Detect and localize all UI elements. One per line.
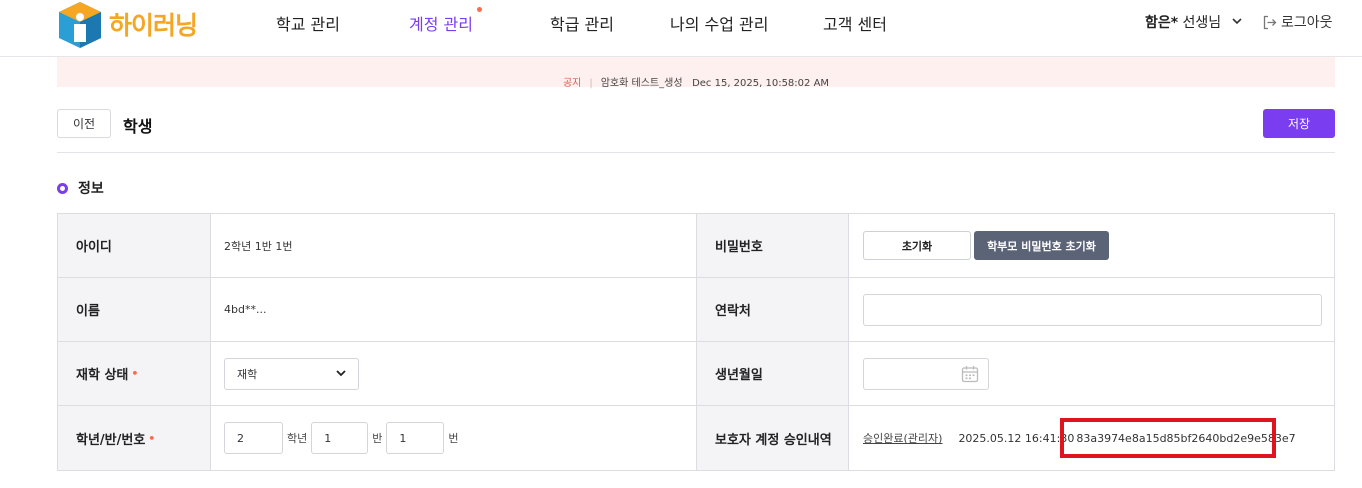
class-unit: 반 [372, 432, 383, 445]
grade-cell: 2 학년 1 반 1 번 [224, 406, 694, 470]
contact-cell [863, 278, 1333, 341]
notice-message[interactable]: 암호화 테스트_생성 [601, 78, 683, 89]
parent-password-reset-button[interactable]: 학부모 비밀번호 초기화 [974, 231, 1109, 260]
chevron-down-icon [336, 370, 346, 377]
notice-divider: | [589, 78, 593, 89]
save-button[interactable]: 저장 [1263, 109, 1335, 138]
name-label: 이름 [58, 278, 211, 341]
class-input[interactable]: 1 [311, 422, 369, 454]
status-select[interactable]: 재학 [224, 357, 359, 390]
birth-label: 생년월일 [696, 342, 849, 405]
guardian-hash: 83a3974e8a15d85bf2640bd2e9e583e7 [1076, 431, 1296, 445]
section-bullet-icon [57, 183, 68, 194]
grade-label: 학년/반/번호 • [58, 406, 211, 470]
logout-label: 로그아웃 [1281, 15, 1333, 31]
grade-input[interactable]: 2 [224, 422, 283, 454]
guardian-approval-link[interactable]: 승인완료(관리자) [863, 430, 942, 446]
nav-my-lessons[interactable]: 나의 수업 관리 [670, 11, 769, 35]
grade-unit: 학년 [287, 432, 308, 445]
notice-datetime: Dec 15, 2025, 10:58:02 AM [692, 78, 830, 89]
table-row-status: 재학 상태 • 재학 생년월일 [58, 342, 1334, 406]
nav-class-management[interactable]: 학급 관리 [550, 11, 614, 35]
logo-mark-icon [59, 2, 101, 48]
name-value: 4bd**... [224, 303, 267, 316]
logout-icon [1263, 15, 1277, 30]
logout-button[interactable]: 로그아웃 [1262, 12, 1333, 32]
status-selected-value: 재학 [237, 367, 258, 381]
birth-date-input[interactable] [863, 357, 989, 390]
section-title: 정보 [78, 181, 104, 197]
prev-button[interactable]: 이전 [57, 109, 111, 138]
required-marker: • [131, 367, 139, 380]
id-label: 아이디 [58, 214, 211, 277]
nav-account-management[interactable]: 계정 관리 [409, 7, 482, 35]
table-row-id: 아이디 2학년 1반 1번 비밀번호 초기화 학부모 비밀번호 초기화 [58, 214, 1334, 278]
info-table: 아이디 2학년 1반 1번 비밀번호 초기화 학부모 비밀번호 초기화 이름 4… [57, 213, 1335, 471]
user-role: 선생님 [1182, 15, 1222, 31]
password-label: 비밀번호 [696, 214, 849, 277]
password-reset-button[interactable]: 초기화 [863, 231, 971, 260]
chevron-down-icon [1232, 17, 1242, 28]
guardian-cell: 승인완료(관리자) 2025.05.12 16:41:30 83a3974e8a… [863, 406, 1333, 470]
active-dot [476, 7, 482, 12]
notice-label: 공지 [562, 78, 582, 89]
password-actions: 초기화 학부모 비밀번호 초기화 [863, 214, 1333, 277]
id-value: 2학년 1반 1번 [224, 239, 293, 253]
number-input[interactable]: 1 [386, 422, 445, 454]
logo[interactable]: 하이러닝 [57, 0, 217, 52]
page-title: 학생 [123, 117, 153, 136]
guardian-datetime: 2025.05.12 16:41:30 [958, 431, 1075, 445]
calendar-icon[interactable] [961, 365, 979, 383]
birth-cell [863, 342, 1333, 405]
user-name: 함은* [1145, 15, 1179, 31]
status-label: 재학 상태 • [58, 342, 211, 405]
contact-input[interactable] [863, 293, 1322, 326]
divider [57, 152, 1335, 153]
guardian-label: 보호자 계정 승인내역 [696, 406, 849, 470]
table-row-name: 이름 4bd**... 연락처 [58, 278, 1334, 342]
user-menu[interactable]: 함은* 선생님 [1145, 12, 1242, 32]
nav-school-management[interactable]: 학교 관리 [276, 11, 340, 35]
logo-text: 하이러닝 [109, 11, 198, 40]
contact-label: 연락처 [696, 278, 849, 341]
required-marker: • [148, 431, 156, 445]
nav-customer-center[interactable]: 고객 센터 [823, 11, 887, 35]
top-header: 하이러닝 학교 관리 계정 관리 학급 관리 나의 수업 관리 고객 센터 함은… [0, 0, 1362, 57]
number-unit: 번 [448, 432, 459, 445]
table-row-grade: 학년/반/번호 • 2 학년 1 반 1 번 보호자 계정 승인내역 승인완료(관… [58, 406, 1334, 470]
notice-bar: 공지 | 암호화 테스트_생성 Dec 15, 2025, 10:58:02 AM [57, 57, 1335, 89]
status-cell: 재학 [224, 342, 694, 405]
